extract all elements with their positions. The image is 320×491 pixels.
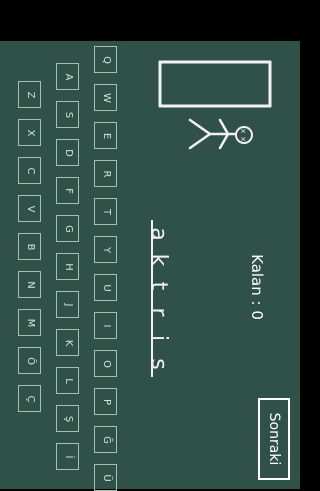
key-d[interactable]: D (56, 139, 79, 166)
key-s[interactable]: S (56, 101, 79, 128)
key-label: Z (24, 91, 36, 98)
key-label: Y (100, 246, 112, 253)
key-label: Ç (24, 395, 36, 402)
key-q[interactable]: Q (94, 46, 117, 73)
key-label: W (100, 92, 112, 103)
key-label: Q (100, 55, 112, 64)
key-u[interactable]: U (94, 274, 117, 301)
key-m[interactable]: M (18, 309, 41, 336)
face-icon: × × (235, 126, 253, 144)
key-ö[interactable]: Ö (18, 347, 41, 374)
key-label: K (62, 339, 74, 346)
key-label: X (24, 129, 36, 136)
key-l[interactable]: L (56, 367, 79, 394)
next-button-label: Sonraki (266, 412, 282, 466)
key-e[interactable]: E (94, 122, 117, 149)
key-k[interactable]: K (56, 329, 79, 356)
letter-text: i (146, 334, 171, 341)
letter-text: r (146, 306, 171, 317)
key-label: J (62, 303, 74, 306)
key-x[interactable]: X (18, 119, 41, 146)
key-label: F (62, 187, 74, 194)
key-label: İ (62, 455, 74, 458)
key-label: N (24, 280, 36, 289)
key-label: I (100, 324, 112, 327)
remaining-label: Kalan : 0 (248, 254, 266, 320)
word-letter: s (146, 350, 171, 377)
key-a[interactable]: A (56, 63, 79, 90)
key-label: S (62, 111, 74, 118)
key-n[interactable]: N (18, 271, 41, 298)
key-label: D (62, 148, 74, 157)
key-label: U (100, 283, 112, 292)
key-w[interactable]: W (94, 84, 117, 111)
key-i[interactable]: I (94, 312, 117, 339)
hangman-drawing: × × (158, 60, 272, 150)
letter-text: k (146, 253, 171, 266)
key-label: C (24, 167, 36, 174)
svg-text:× ×: × × (239, 128, 247, 142)
key-label: P (100, 398, 112, 405)
key-ğ[interactable]: Ğ (94, 426, 117, 453)
next-button[interactable]: Sonraki (258, 398, 290, 480)
key-h[interactable]: H (56, 253, 79, 280)
key-label: T (100, 208, 112, 215)
key-label: G (62, 224, 74, 233)
word-letter: a (146, 220, 171, 247)
key-ü[interactable]: Ü (94, 464, 117, 491)
key-j[interactable]: J (56, 291, 79, 318)
key-p[interactable]: P (94, 388, 117, 415)
top-bar (0, 0, 300, 41)
key-ş[interactable]: Ş (56, 405, 79, 432)
key-v[interactable]: V (18, 195, 41, 222)
key-f[interactable]: F (56, 177, 79, 204)
word-letter: t (146, 272, 171, 299)
key-label: B (24, 243, 36, 250)
key-label: L (62, 377, 74, 384)
key-label: R (100, 170, 112, 177)
key-label: E (100, 132, 112, 139)
key-t[interactable]: T (94, 198, 117, 225)
word-letter: r (146, 298, 171, 325)
key-label: H (62, 262, 74, 271)
word-letter: k (146, 246, 171, 273)
key-label: A (62, 73, 74, 80)
remaining-counter: Kalan : 0 (242, 252, 272, 322)
letter-text: a (146, 226, 171, 241)
key-label: Ğ (100, 435, 112, 444)
key-label: Ü (100, 473, 112, 482)
key-label: Ş (62, 415, 74, 422)
word-letter: i (146, 324, 171, 351)
key-c[interactable]: C (18, 157, 41, 184)
key-i̇[interactable]: İ (56, 443, 79, 470)
key-r[interactable]: R (94, 160, 117, 187)
key-o[interactable]: O (94, 350, 117, 377)
letter-text: t (146, 281, 171, 290)
key-ç[interactable]: Ç (18, 385, 41, 412)
key-label: Ö (24, 356, 36, 365)
key-g[interactable]: G (56, 215, 79, 242)
key-y[interactable]: Y (94, 236, 117, 263)
key-label: M (24, 318, 36, 327)
key-z[interactable]: Z (18, 81, 41, 108)
key-label: V (24, 205, 36, 212)
key-b[interactable]: B (18, 233, 41, 260)
key-label: O (100, 359, 112, 368)
letter-text: s (146, 357, 171, 370)
